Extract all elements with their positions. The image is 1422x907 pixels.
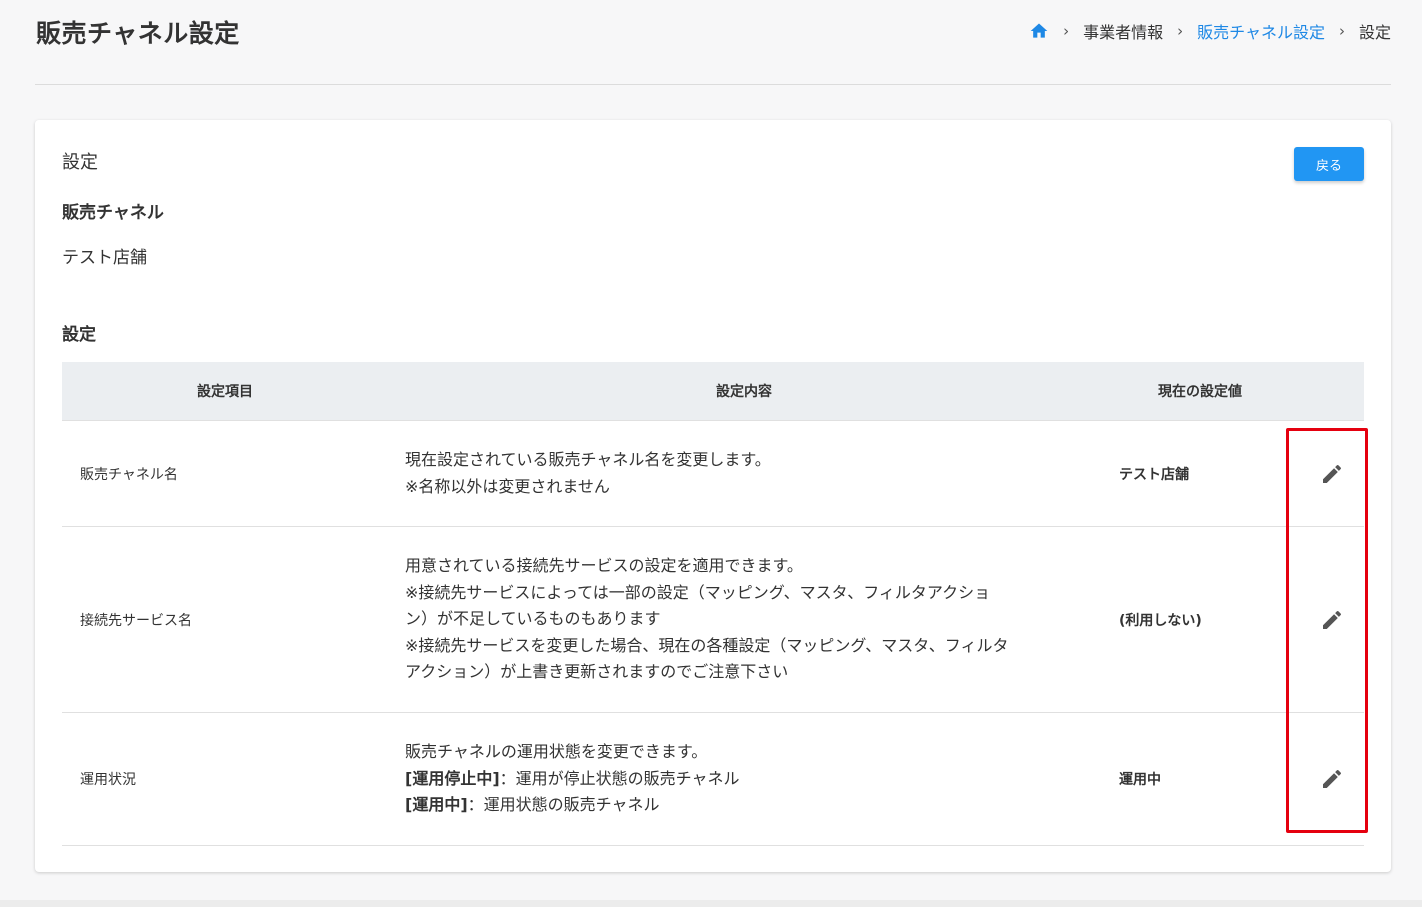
row-item-label: 運用状況 bbox=[80, 772, 136, 788]
row-current-value: 運用中 bbox=[1119, 772, 1161, 788]
page-header: 販売チャネル設定 › 事業者情報 › 販売チャネル設定 › 設定 bbox=[35, 0, 1391, 85]
status-term-stopped-text: ：運用が停止状態の販売チャネル bbox=[499, 768, 740, 788]
row-item-label: 販売チャネル名 bbox=[80, 466, 178, 483]
breadcrumb-item-business-info: 事業者情報 bbox=[1083, 23, 1164, 42]
status-term-running: [運用中] bbox=[405, 795, 468, 815]
card-title: 設定 bbox=[62, 152, 98, 173]
row-description: 現在設定されている販売チャネル名を変更します。 ※名称以外は変更されません bbox=[388, 447, 1100, 500]
status-term-running-text: ：運用状態の販売チャネル bbox=[467, 795, 660, 815]
breadcrumb: › 事業者情報 › 販売チャネル設定 › 設定 bbox=[1029, 18, 1391, 44]
chevron-right-icon: › bbox=[1338, 22, 1345, 40]
description-line: 現在設定されている販売チャネル名を変更します。 bbox=[405, 450, 771, 469]
row-item-label: 接続先サービス名 bbox=[80, 612, 192, 629]
description-line: ン）が不足しているものもあります bbox=[405, 609, 661, 629]
highlight-annotation-box bbox=[1286, 428, 1368, 833]
home-icon[interactable] bbox=[1029, 21, 1049, 41]
settings-table: 設定項目 設定内容 現在の設定値 販売チャネル名 現在設定されている販売チャネル… bbox=[62, 362, 1364, 846]
column-header-current-value: 現在の設定値 bbox=[1158, 384, 1242, 400]
table-row-channel-name: 販売チャネル名 現在設定されている販売チャネル名を変更します。 ※名称以外は変更… bbox=[62, 421, 1364, 527]
column-header-item: 設定項目 bbox=[197, 384, 253, 400]
settings-section-label: 設定 bbox=[62, 325, 96, 345]
table-row-service-name: 接続先サービス名 用意されている接続先サービスの設定を適用できます。 ※接続先サ… bbox=[62, 527, 1364, 713]
breadcrumb-item-current: 設定 bbox=[1358, 23, 1391, 42]
column-header-description: 設定内容 bbox=[716, 384, 772, 400]
table-header: 設定項目 設定内容 現在の設定値 bbox=[62, 362, 1364, 421]
description-line: ※名称以外は変更されません bbox=[405, 476, 610, 496]
description-line: ※接続先サービスを変更した場合、現在の各種設定（マッピング、マスタ、フィルタ bbox=[405, 635, 1009, 655]
settings-card: 設定 戻る 販売チャネル テスト店舗 設定 設定項目 設定内容 現在の設定値 販… bbox=[35, 120, 1391, 872]
row-description: 販売チャネルの運用状態を変更できます。 [運用停止中]：運用が停止状態の販売チャ… bbox=[388, 739, 1100, 819]
description-line: 用意されている接続先サービスの設定を適用できます。 bbox=[405, 556, 803, 576]
description-line: [運用停止中]：運用が停止状態の販売チャネル bbox=[405, 766, 1100, 793]
table-row-operation-status: 運用状況 販売チャネルの運用状態を変更できます。 [運用停止中]：運用が停止状態… bbox=[62, 713, 1364, 846]
channel-value: テスト店舗 bbox=[62, 248, 147, 268]
row-current-value: (利用しない) bbox=[1119, 612, 1202, 629]
description-line: 販売チャネルの運用状態を変更できます。 bbox=[405, 742, 708, 762]
status-term-stopped: [運用停止中] bbox=[405, 768, 500, 788]
description-line: [運用中]：運用状態の販売チャネル bbox=[405, 792, 1100, 819]
description-line: アクション）が上書き更新されますのでご注意下さい bbox=[405, 662, 789, 682]
description-line: ※接続先サービスによっては一部の設定（マッピング、マスタ、フィルタアクショ bbox=[405, 582, 991, 602]
chevron-right-icon: › bbox=[1177, 22, 1184, 40]
back-button[interactable]: 戻る bbox=[1294, 147, 1364, 181]
row-description: 用意されている接続先サービスの設定を適用できます。 ※接続先サービスによっては一… bbox=[388, 553, 1100, 686]
page-title: 販売チャネル設定 bbox=[36, 19, 240, 48]
row-current-value: テスト店舗 bbox=[1119, 466, 1189, 483]
footer-strip bbox=[0, 900, 1422, 907]
chevron-right-icon: › bbox=[1063, 22, 1070, 40]
channel-label: 販売チャネル bbox=[62, 203, 164, 223]
breadcrumb-item-channel-settings[interactable]: 販売チャネル設定 bbox=[1197, 19, 1325, 43]
